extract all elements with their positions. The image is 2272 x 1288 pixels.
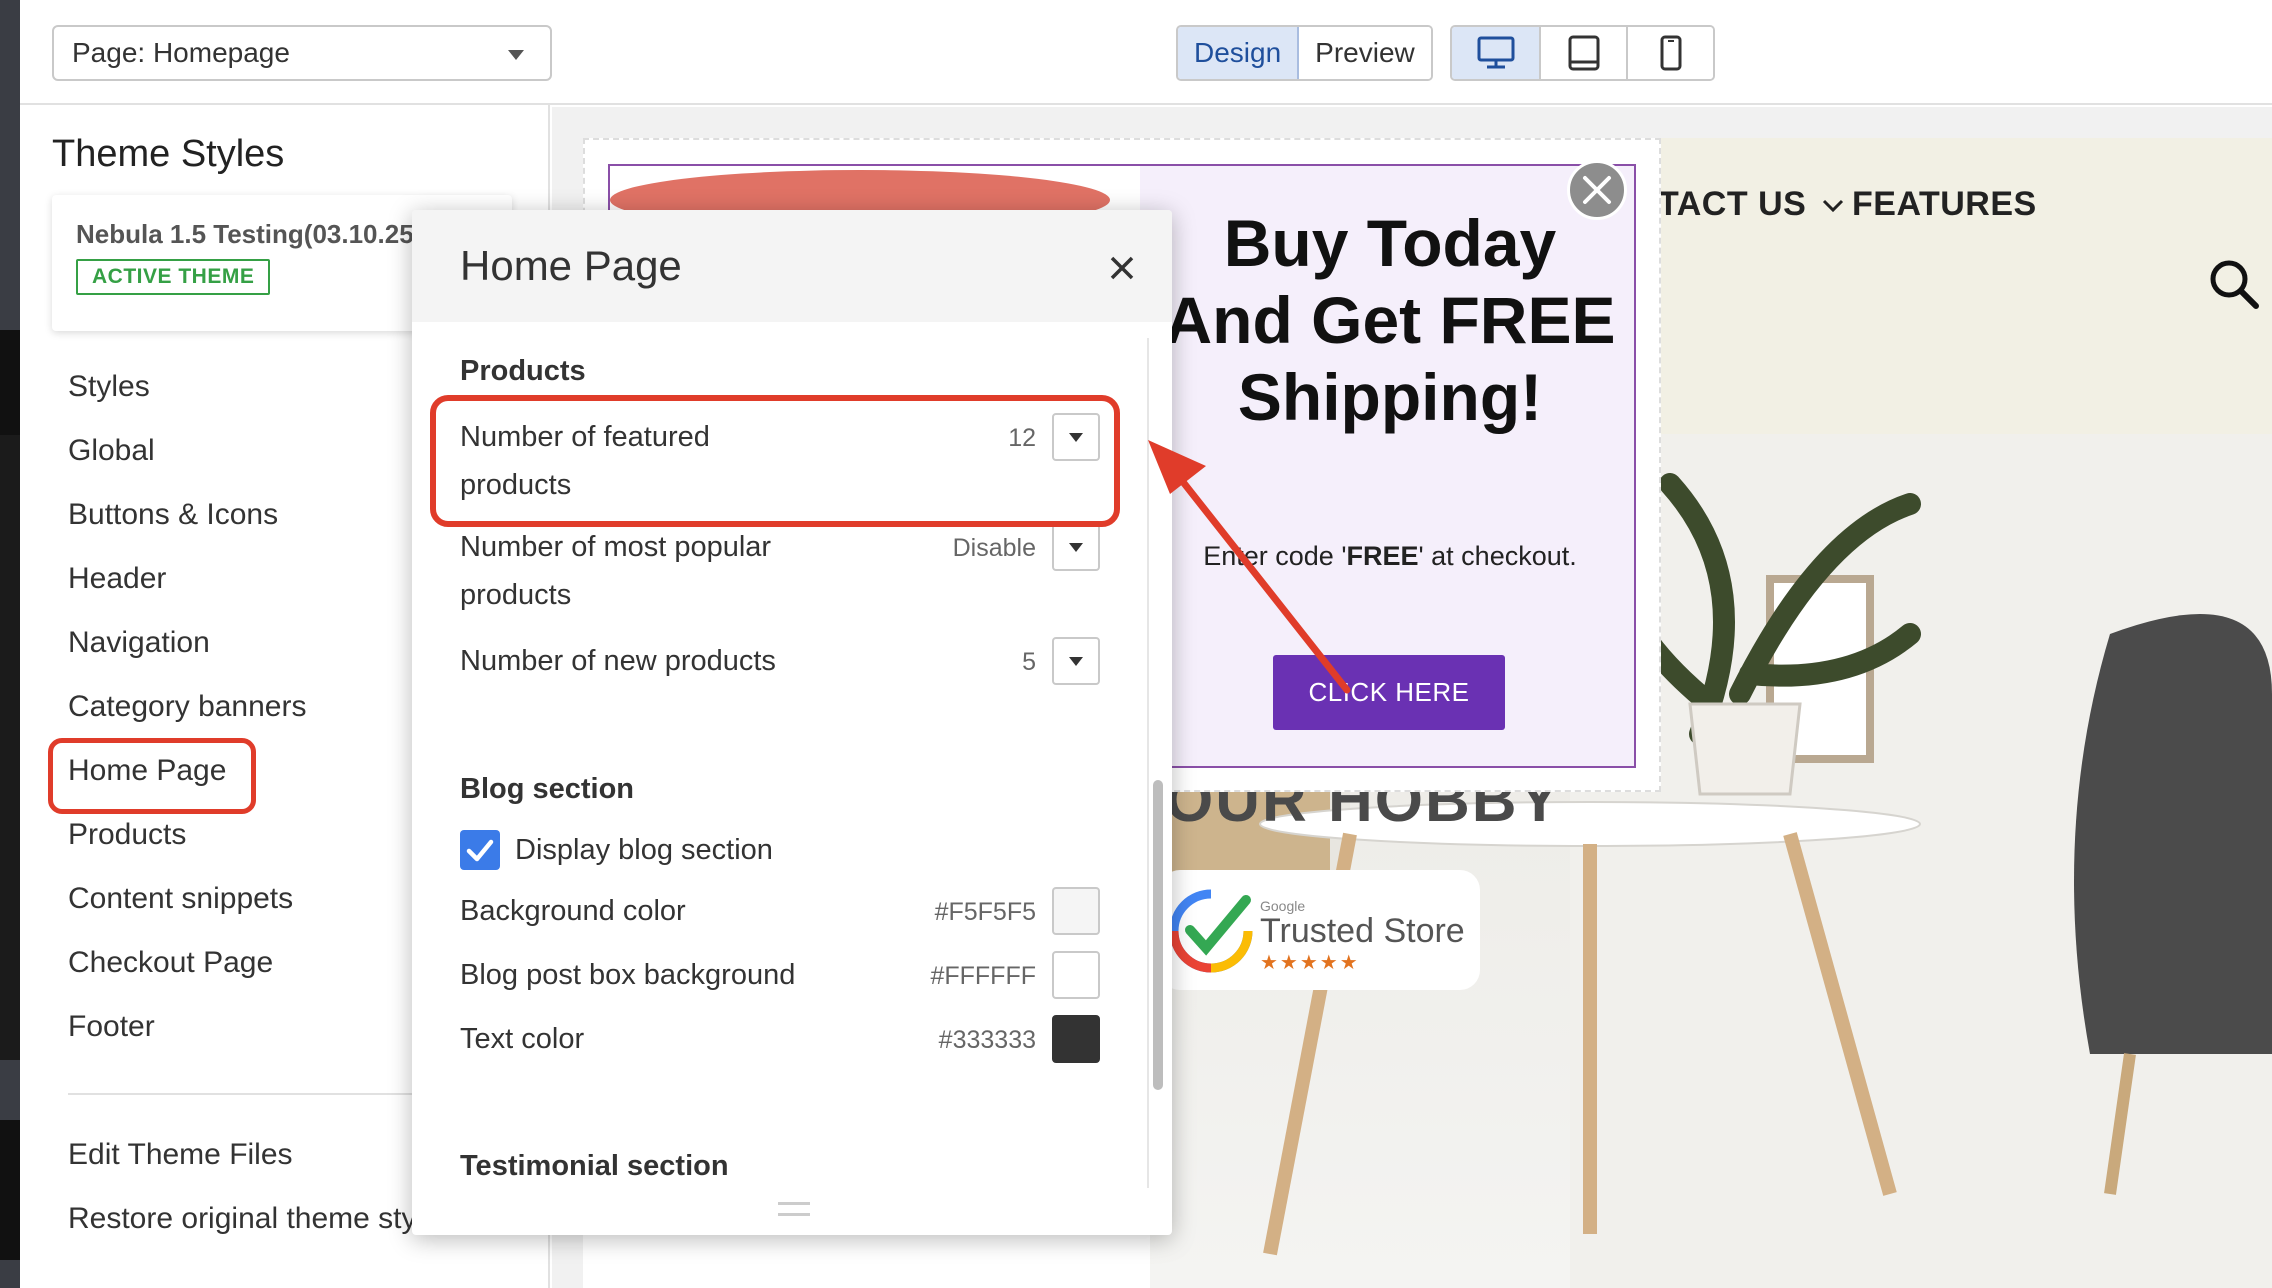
blog-box-bg-value: #FFFFFF [930, 962, 1036, 990]
popup-cta-button[interactable]: CLICK HERE [1273, 655, 1505, 730]
sidebar-item-buttons-icons[interactable]: Buttons & Icons [68, 498, 278, 532]
view-mode-toggle: Design Preview [1176, 25, 1433, 81]
chevron-down-icon [1069, 657, 1083, 666]
search-icon[interactable] [2208, 258, 2260, 310]
sidebar-item-footer[interactable]: Footer [68, 1010, 155, 1044]
trusted-store-badge[interactable]: Google Trusted Store ★★★★★ [1160, 870, 1480, 990]
products-section-title: Products [460, 355, 586, 387]
sidebar-item-restore-theme[interactable]: Restore original theme sty [68, 1202, 417, 1236]
new-products-label: Number of new products [460, 645, 776, 677]
popular-products-label: Number of most popular products [460, 523, 771, 619]
popup-close-button[interactable] [1567, 160, 1627, 220]
blog-bg-color-label: Background color [460, 895, 686, 927]
popular-products-label-line1: Number of most popular [460, 531, 772, 563]
featured-products-highlight [430, 395, 1120, 527]
tablet-view-button[interactable] [1539, 27, 1626, 79]
popup-headline: Buy Today And Get FREE Shipping! [1164, 206, 1616, 434]
sidebar-divider [68, 1093, 468, 1095]
site-nav-features[interactable]: FEATURES [1852, 185, 2037, 224]
sidebar-item-category-banners[interactable]: Category banners [68, 690, 306, 724]
site-nav-contact-label: TACT US [1658, 185, 1807, 223]
chevron-down-icon [508, 50, 524, 60]
checkmark-icon [466, 839, 494, 862]
device-toggle [1450, 25, 1715, 81]
home-page-highlight [48, 738, 256, 814]
popup-code: FREE [1346, 541, 1419, 571]
theme-name: Nebula 1.5 Testing(03.10.25) [76, 219, 423, 249]
sidebar-title: Theme Styles [52, 133, 285, 175]
top-toolbar: Page: Homepage Design Preview [0, 0, 2272, 105]
blog-text-color-value: #333333 [938, 1026, 1036, 1054]
blog-bg-color-swatch[interactable] [1052, 887, 1100, 935]
display-blog-checkbox[interactable] [460, 830, 500, 870]
mobile-icon [1660, 35, 1681, 71]
sidebar-item-checkout-page[interactable]: Checkout Page [68, 946, 273, 980]
home-page-settings-panel: Home Page Products Number of featured pr… [412, 210, 1172, 1235]
popular-products-select[interactable] [1052, 523, 1100, 571]
star-rating: ★★★★★ [1260, 952, 1360, 974]
checkmark-icon [1169, 889, 1253, 973]
desktop-icon [1477, 36, 1514, 69]
sidebar-item-products[interactable]: Products [68, 818, 186, 852]
panel-scrollbar[interactable] [1147, 338, 1163, 1188]
popular-products-value: Disable [952, 534, 1036, 562]
page-select-value: Page: Homepage [72, 37, 290, 68]
site-nav-contact[interactable]: TACT US [1658, 185, 1844, 224]
blog-text-color-label: Text color [460, 1023, 585, 1055]
blog-bg-color-value: #F5F5F5 [934, 898, 1036, 926]
close-icon [1583, 176, 1611, 204]
popup-subtext: Enter code 'FREE' at checkout. [1185, 538, 1595, 575]
blog-section-title: Blog section [460, 773, 635, 805]
blog-box-bg-label: Blog post box background [460, 959, 796, 991]
desktop-view-button[interactable] [1452, 27, 1539, 79]
design-mode-button[interactable]: Design [1178, 27, 1300, 79]
tablet-icon [1568, 35, 1599, 71]
close-icon [1110, 256, 1134, 280]
panel-header: Home Page [412, 210, 1172, 322]
scrollbar-thumb[interactable] [1153, 780, 1163, 1090]
popular-products-label-line2: products [460, 579, 572, 611]
sidebar-item-header[interactable]: Header [68, 562, 166, 596]
display-blog-label: Display blog section [515, 834, 773, 866]
panel-title: Home Page [460, 242, 682, 289]
resize-grip-icon[interactable] [778, 1202, 810, 1216]
new-products-select[interactable] [1052, 637, 1100, 685]
sidebar-item-global[interactable]: Global [68, 434, 155, 468]
blog-box-bg-swatch[interactable] [1052, 951, 1100, 999]
trusted-label: Trusted Store [1260, 912, 1465, 950]
new-products-value: 5 [1022, 648, 1036, 676]
chevron-down-icon [1823, 199, 1844, 213]
sidebar-item-navigation[interactable]: Navigation [68, 626, 210, 660]
panel-close-button[interactable] [1102, 248, 1142, 288]
page-select[interactable]: Page: Homepage [52, 25, 552, 81]
mobile-view-button[interactable] [1626, 27, 1713, 79]
popup-subtext-pre: Enter code ' [1203, 541, 1347, 571]
window-edge [0, 0, 20, 1288]
sidebar-item-edit-theme-files[interactable]: Edit Theme Files [68, 1138, 293, 1172]
sidebar-item-styles[interactable]: Styles [68, 370, 150, 404]
sidebar-item-content-snippets[interactable]: Content snippets [68, 882, 293, 916]
preview-mode-button[interactable]: Preview [1299, 27, 1431, 79]
testimonial-section-title: Testimonial section [460, 1150, 729, 1182]
popup-subtext-post: ' at checkout. [1418, 541, 1577, 571]
chevron-down-icon [1069, 543, 1083, 552]
blog-text-color-swatch[interactable] [1052, 1015, 1100, 1063]
active-theme-badge: ACTIVE THEME [76, 259, 271, 295]
